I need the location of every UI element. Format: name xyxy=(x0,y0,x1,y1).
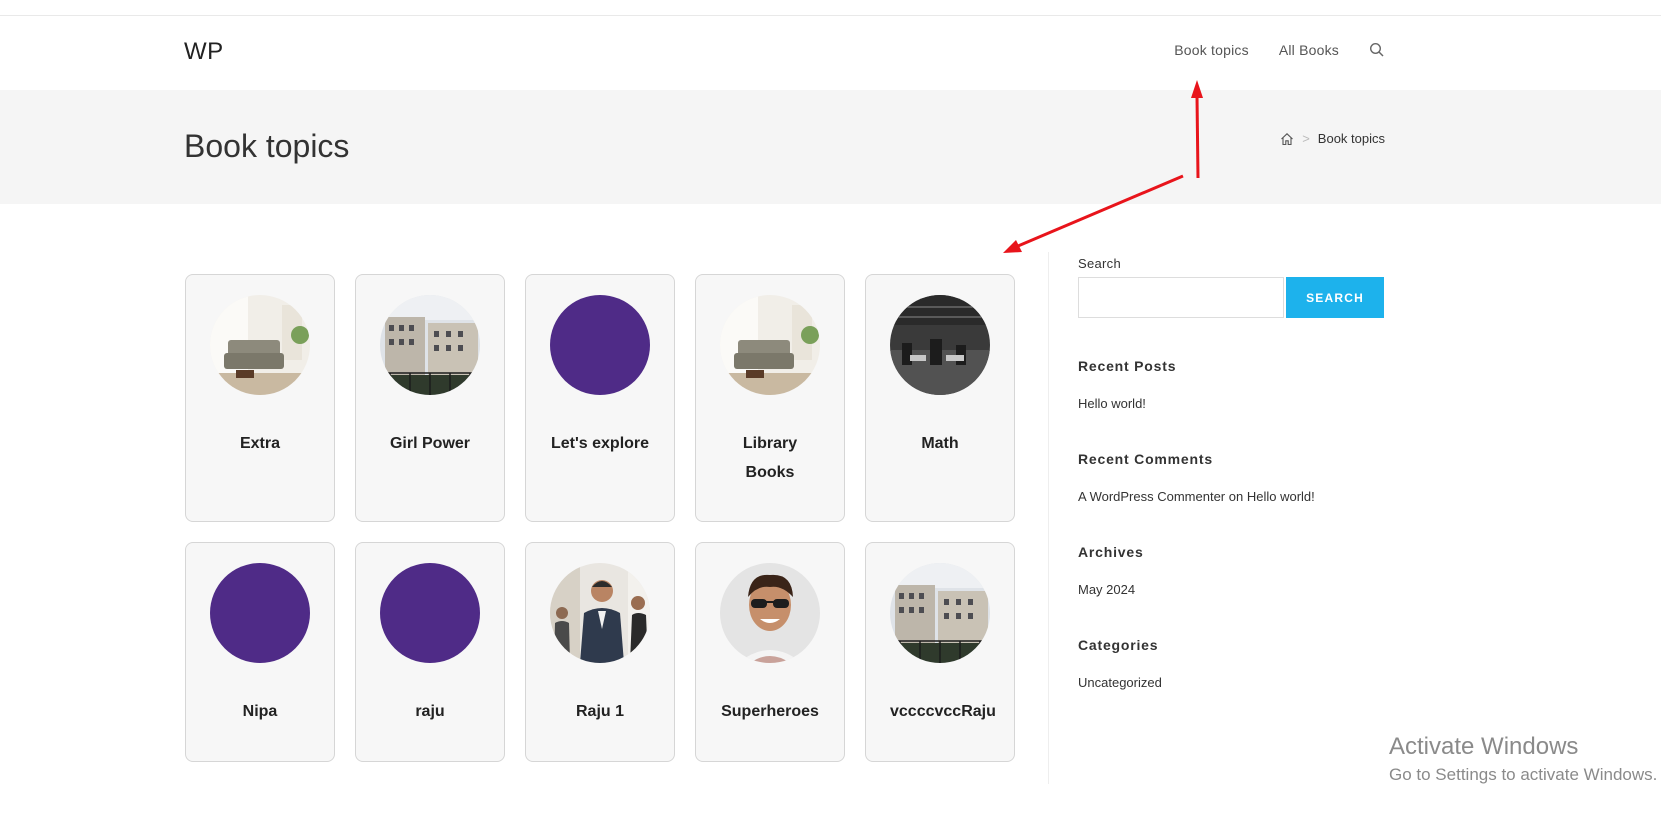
topic-image-placeholder[interactable] xyxy=(380,563,480,663)
recent-posts-widget: Recent Posts Hello world! xyxy=(1078,358,1385,411)
windows-activation-watermark: Activate Windows Go to Settings to activ… xyxy=(1389,733,1657,785)
topic-card[interactable]: vccccvccRaju xyxy=(865,542,1015,762)
recent-comments-widget: Recent Comments A WordPress Commenter on… xyxy=(1078,451,1385,504)
topic-title[interactable]: vccccvccRaju xyxy=(890,697,996,726)
topic-image-room[interactable] xyxy=(210,295,310,395)
topic-card[interactable]: Let's explore xyxy=(525,274,675,522)
breadcrumb: > Book topics xyxy=(1280,131,1385,146)
category-link[interactable]: Uncategorized xyxy=(1078,675,1162,690)
page-header: Book topics > Book topics xyxy=(0,90,1661,204)
recent-post-link[interactable]: Hello world! xyxy=(1078,396,1146,411)
search-icon[interactable] xyxy=(1369,42,1385,58)
site-logo[interactable]: WP xyxy=(184,38,224,66)
comment-author-link[interactable]: A WordPress Commenter xyxy=(1078,489,1225,504)
search-label: Search xyxy=(1078,256,1121,271)
watermark-line2: Go to Settings to activate Windows. xyxy=(1389,765,1658,784)
topic-card[interactable]: Nipa xyxy=(185,542,335,762)
topic-image-person[interactable] xyxy=(720,563,820,663)
archive-link[interactable]: May 2024 xyxy=(1078,582,1135,597)
breadcrumb-current[interactable]: Book topics xyxy=(1318,131,1385,146)
watermark-line1: Activate Windows xyxy=(1389,733,1579,760)
categories-widget: Categories Uncategorized xyxy=(1078,637,1385,690)
search-widget: Search SEARCH xyxy=(1078,256,1385,318)
topic-image-room[interactable] xyxy=(720,295,820,395)
main-nav: Book topics All Books xyxy=(1174,42,1385,58)
topic-title[interactable]: Extra xyxy=(210,429,310,458)
widget-title: Archives xyxy=(1078,544,1144,560)
topic-card[interactable]: Girl Power xyxy=(355,274,505,522)
topic-card[interactable]: raju xyxy=(355,542,505,762)
search-input[interactable] xyxy=(1078,277,1284,318)
topic-title[interactable]: Library Books xyxy=(720,429,820,487)
nav-book-topics[interactable]: Book topics xyxy=(1174,42,1249,58)
topic-image-placeholder[interactable] xyxy=(550,295,650,395)
topic-title[interactable]: Raju 1 xyxy=(550,697,650,726)
site-header: WP Book topics All Books xyxy=(0,16,1661,90)
page-title: Book topics xyxy=(184,128,350,164)
widget-title: Recent Posts xyxy=(1078,358,1177,374)
topic-card[interactable]: Raju 1 xyxy=(525,542,675,762)
topic-image-office[interactable] xyxy=(890,295,990,395)
comment-on-text: on xyxy=(1228,489,1244,504)
topics-grid: Extra Girl Power Let's explore Library B… xyxy=(185,274,1015,762)
topic-title[interactable]: raju xyxy=(380,697,480,726)
sidebar: Search SEARCH Recent Posts Hello world! … xyxy=(1078,256,1385,690)
widget-title: Categories xyxy=(1078,637,1159,653)
topic-card[interactable]: Extra xyxy=(185,274,335,522)
topic-title[interactable]: Girl Power xyxy=(380,429,480,458)
topic-card[interactable]: Superheroes xyxy=(695,542,845,762)
topic-image-buildings[interactable] xyxy=(890,563,990,663)
topic-card[interactable]: Library Books xyxy=(695,274,845,522)
topic-card[interactable]: Math xyxy=(865,274,1015,522)
search-button[interactable]: SEARCH xyxy=(1286,277,1384,318)
comment-post-link[interactable]: Hello world! xyxy=(1247,489,1315,504)
widget-title: Recent Comments xyxy=(1078,451,1213,467)
topic-title[interactable]: Math xyxy=(890,429,990,458)
topic-title[interactable]: Superheroes xyxy=(720,697,820,726)
archives-widget: Archives May 2024 xyxy=(1078,544,1385,597)
topic-image-buildings[interactable] xyxy=(380,295,480,395)
topic-image-placeholder[interactable] xyxy=(210,563,310,663)
home-icon[interactable] xyxy=(1280,132,1294,146)
topic-title[interactable]: Nipa xyxy=(210,697,310,726)
nav-all-books[interactable]: All Books xyxy=(1279,42,1339,58)
topic-title[interactable]: Let's explore xyxy=(550,429,650,458)
sidebar-divider xyxy=(1048,252,1049,784)
breadcrumb-separator: > xyxy=(1302,131,1310,146)
topic-image-business[interactable] xyxy=(550,563,650,663)
search-form: SEARCH xyxy=(1078,277,1385,318)
